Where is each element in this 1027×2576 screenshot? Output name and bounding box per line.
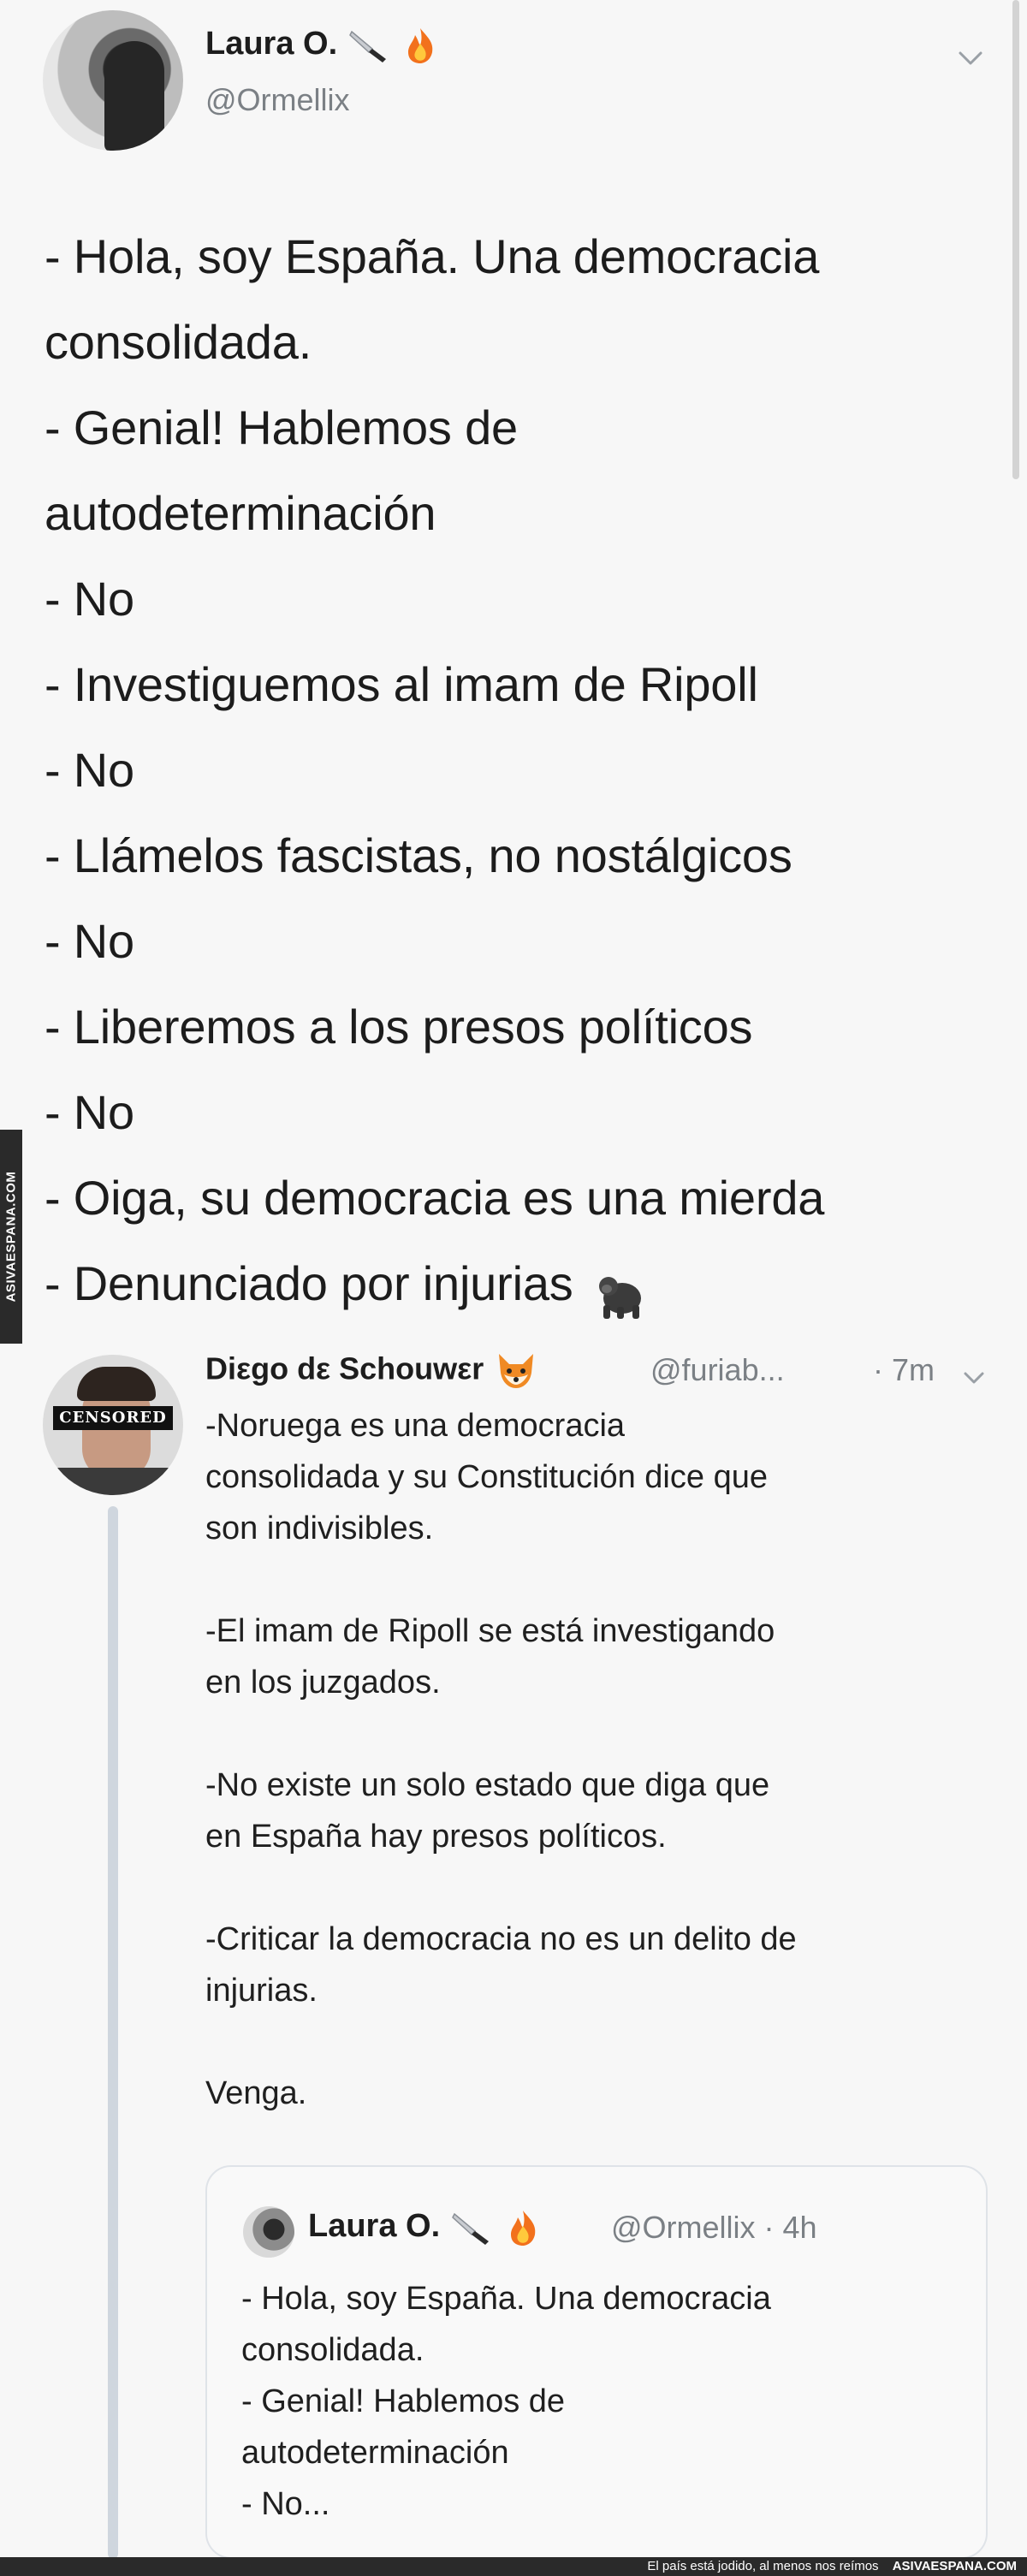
tweet-line: - No [45, 1085, 134, 1139]
footer-text-wrap: El país está jodido, al menos nos reímos… [647, 2559, 1027, 2573]
quoted-author-name: Laura O. [308, 2208, 540, 2247]
tweet-line: - Liberemos a los presos políticos [45, 1000, 753, 1054]
reply-paragraph: Venga. [205, 2075, 307, 2111]
reply-author-avatar[interactable]: CENSORED [43, 1355, 183, 1495]
avatar-shirt [43, 1468, 183, 1495]
tweet-line: - Genial! Hablemos de [45, 401, 518, 454]
tweet-line: - No [45, 914, 134, 968]
tweet-line-text: - Denunciado por injurias [45, 1256, 573, 1310]
quoted-text: - Hola, soy España. Una democracia conso… [241, 2273, 960, 2530]
reply-author-handle[interactable]: @furiab... [650, 1352, 785, 1388]
author-avatar[interactable] [43, 10, 183, 151]
tweet-line: - Hola, soy España. Una democracia [45, 229, 820, 283]
scrollbar[interactable] [1012, 0, 1019, 479]
reply-text: -Noruega es una democracia consolidada y… [205, 1400, 993, 2170]
tweet-line-last: - Denunciado por injurias [45, 1241, 1003, 1327]
knife-icon [347, 28, 395, 62]
author-handle[interactable]: @Ormellix [205, 82, 350, 118]
censored-bar: CENSORED [53, 1406, 173, 1430]
quoted-tweet[interactable]: Laura O. @Ormellix · 4h - Hola, soy Espa… [205, 2165, 988, 2559]
reply-paragraph: -No existe un solo estado que diga que e… [205, 1767, 770, 1855]
author-name-text: Laura O. [205, 26, 338, 62]
fire-icon [506, 2209, 540, 2247]
quoted-author-handle: @Ormellix · 4h [611, 2210, 817, 2245]
reply-timestamp[interactable]: · 7m [873, 1352, 935, 1388]
footer-watermark: El país está jodido, al menos nos reímos… [0, 2557, 1027, 2576]
side-watermark: ASIVAESPANA.COM [0, 1130, 22, 1344]
tweet-line: - No [45, 743, 134, 797]
reply-paragraph: -Noruega es una democracia consolidada y… [205, 1408, 768, 1546]
quoted-line: - Genial! Hablemos de [241, 2383, 566, 2419]
tweet-line: - Oiga, su democracia es una mierda [45, 1171, 825, 1225]
quoted-author-name-text: Laura O. [308, 2208, 441, 2244]
quoted-author-avatar [243, 2206, 294, 2258]
reply-paragraph: -El imam de Ripoll se está investigando … [205, 1613, 775, 1701]
side-watermark-text: ASIVAESPANA.COM [3, 1171, 19, 1303]
fox-icon [492, 1350, 540, 1392]
tweet-line: consolidada. [45, 315, 312, 369]
reply-author-name[interactable]: Diεgo dε Schouwεr [205, 1350, 540, 1392]
chevron-down-icon[interactable] [952, 39, 989, 77]
quoted-line: autodeterminación [241, 2435, 509, 2471]
reply-paragraph: -Criticar la democracia no es un delito … [205, 1921, 797, 2009]
quoted-line: - Hola, soy España. Una democracia [241, 2281, 771, 2317]
author-name[interactable]: Laura O. [205, 26, 437, 64]
tweet-line: - Llámelos fascistas, no nostálgicos [45, 828, 793, 882]
chevron-down-icon[interactable] [957, 1361, 991, 1395]
tweet-text: - Hola, soy España. Una democracia conso… [45, 214, 1003, 1327]
gorilla-icon [595, 1261, 646, 1320]
tweet-line: - Investiguemos al imam de Ripoll [45, 657, 758, 711]
thread-line [108, 1506, 118, 2559]
tweet-line: autodeterminación [45, 486, 436, 540]
footer-brand: ASIVAESPANA.COM [892, 2559, 1017, 2573]
avatar-silhouette [104, 41, 164, 151]
knife-icon [449, 2211, 497, 2245]
fire-icon [403, 27, 437, 64]
reply-author-name-text: Diεgo dε Schouwεr [205, 1350, 484, 1386]
quoted-line: - No... [241, 2486, 330, 2522]
footer-text: El país está jodido, al menos nos reímos [647, 2559, 879, 2573]
quoted-line: consolidada. [241, 2332, 424, 2368]
tweet-line: - No [45, 572, 134, 626]
avatar-hair [77, 1367, 156, 1401]
